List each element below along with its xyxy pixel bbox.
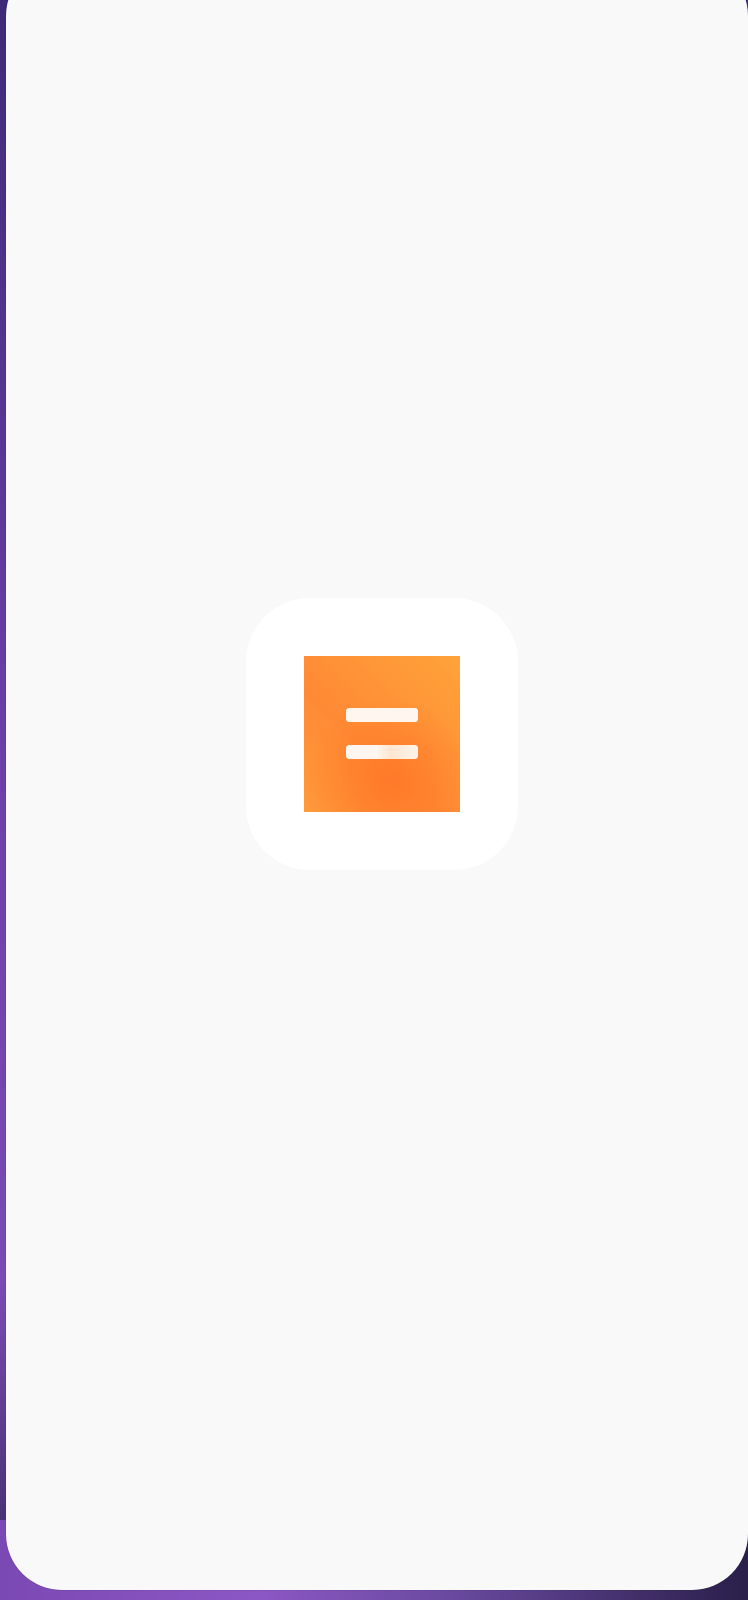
- logo-bar-top: [346, 708, 418, 722]
- app-logo-icon: [304, 656, 460, 812]
- home-indicator[interactable]: [248, 1582, 500, 1589]
- logo-bar-bottom: [346, 745, 418, 759]
- splash-screen: [6, 0, 748, 1590]
- app-icon-tile: [246, 598, 518, 870]
